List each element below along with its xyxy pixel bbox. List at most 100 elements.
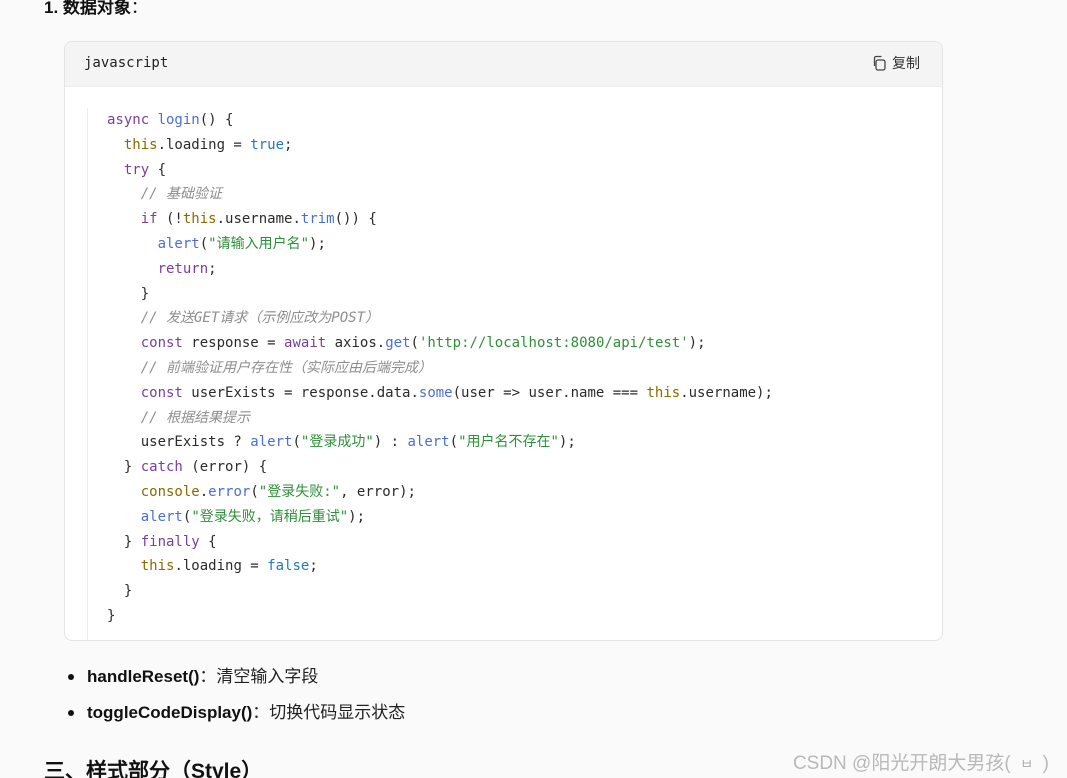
code-token: try — [123, 161, 150, 178]
method-description: ：清空输入字段 — [199, 667, 319, 686]
code-token: alert — [157, 235, 200, 252]
watermark: CSDN @阳光开朗大男孩(ㅂ) — [793, 748, 1049, 775]
section-number: 1. — [44, 0, 63, 17]
code-line: } — [107, 282, 942, 307]
code-token: if — [140, 211, 158, 228]
code-token: ); — [558, 434, 576, 451]
code-line: } catch (error) { — [107, 455, 942, 480]
code-token: ) : — [373, 434, 408, 451]
code-line: this.loading = false; — [107, 554, 942, 579]
next-section-heading: 三、样式部分（Style） — [44, 760, 263, 778]
code-token: } — [107, 533, 141, 550]
code-token: return — [157, 260, 209, 277]
code-token: await — [284, 335, 327, 352]
code-line: } — [107, 579, 942, 604]
code-token: this — [140, 558, 175, 575]
code-token: ; — [284, 136, 293, 153]
code-token: ; — [208, 260, 217, 277]
code-line: try { — [107, 158, 942, 183]
code-token: alert — [407, 434, 450, 451]
code-token: console — [140, 483, 200, 500]
code-token: userExists ? — [107, 434, 251, 451]
code-line: alert("请输入用户名"); — [107, 232, 942, 257]
method-name: toggleCodeDisplay() — [87, 703, 253, 722]
copy-button-label: 复制 — [892, 55, 920, 71]
code-token: , error); — [340, 483, 416, 500]
code-token: this — [646, 384, 681, 401]
code-token: catch — [140, 459, 183, 476]
code-token: ( — [410, 335, 419, 352]
method-name: handleReset() — [87, 667, 200, 686]
code-token: () { — [199, 112, 234, 128]
code-token: login — [157, 112, 200, 128]
code-token: async — [107, 112, 158, 128]
method-list: handleReset()：清空输入字段 toggleCodeDisplay()：… — [68, 663, 405, 735]
code-token: (user => user.name === — [452, 384, 647, 401]
code-token: } — [107, 607, 116, 624]
code-token: .loading = — [174, 558, 268, 575]
code-token: ( — [292, 434, 301, 451]
code-token: { — [199, 533, 217, 550]
list-item: toggleCodeDisplay()：切换代码显示状态 — [68, 699, 405, 735]
code-token: "登录失败，请稍后重试" — [191, 508, 349, 525]
copy-button[interactable]: 复制 — [871, 53, 920, 73]
method-description: ：切换代码显示状态 — [252, 703, 406, 722]
code-line: this.loading = true; — [107, 133, 942, 158]
code-language-label: javascript — [84, 55, 169, 71]
code-token: ); — [309, 235, 326, 252]
code-token: // 发送GET请求（示例应改为POST） — [140, 310, 380, 327]
section-heading: 1. 数据对象： — [44, 0, 148, 22]
watermark-close: ) — [1042, 753, 1049, 774]
code-token: 'http://localhost:8080/api/test' — [418, 335, 689, 352]
code-token: ( — [449, 434, 459, 451]
code-token: .username); — [680, 384, 773, 401]
code-token: error — [208, 483, 251, 500]
code-line: } — [107, 604, 942, 629]
code-token: .loading = — [157, 136, 251, 153]
list-item: handleReset()：清空输入字段 — [68, 663, 405, 699]
section-title: 数据对象 — [62, 0, 131, 17]
code-token: get — [385, 335, 411, 352]
bullet-dot-icon — [68, 674, 74, 680]
code-token: // 基础验证 — [140, 186, 223, 203]
code-token: (error) { — [182, 459, 268, 476]
code-token: } — [107, 459, 141, 476]
code-token: const — [140, 384, 183, 401]
code-token: this — [182, 211, 217, 228]
code-line: } finally { — [107, 530, 942, 555]
code-block-header: javascript 复制 — [65, 42, 942, 87]
code-token: . — [199, 483, 209, 500]
code-token: "登录失败:" — [258, 483, 341, 500]
code-token: trim — [300, 211, 335, 228]
code-line: console.error("登录失败:", error); — [107, 480, 942, 505]
code-token: some — [418, 384, 453, 401]
code-line: // 发送GET请求（示例应改为POST） — [107, 306, 942, 331]
watermark-text: CSDN @阳光开朗大男孩( — [792, 753, 1011, 774]
code-token: "用户名不存在" — [458, 434, 559, 451]
code-token: alert — [250, 434, 293, 451]
copy-icon — [871, 55, 887, 71]
code-line: const response = await axios.get('http:/… — [107, 331, 942, 356]
code-line: return; — [107, 257, 942, 282]
code-line: alert("登录失败，请稍后重试"); — [107, 505, 942, 530]
code-line: async login() { — [107, 108, 942, 133]
code-token: userExists = response.data. — [182, 384, 419, 401]
code-token: } — [107, 583, 133, 600]
code-token: ()) { — [334, 211, 377, 228]
code-content: async login() { this.loading = true; try… — [88, 108, 942, 629]
code-token: response = — [182, 335, 285, 352]
code-token: this — [123, 136, 158, 153]
code-token: // 前端验证用户存在性（实际应由后端完成） — [140, 359, 433, 376]
code-token: { — [149, 161, 167, 178]
